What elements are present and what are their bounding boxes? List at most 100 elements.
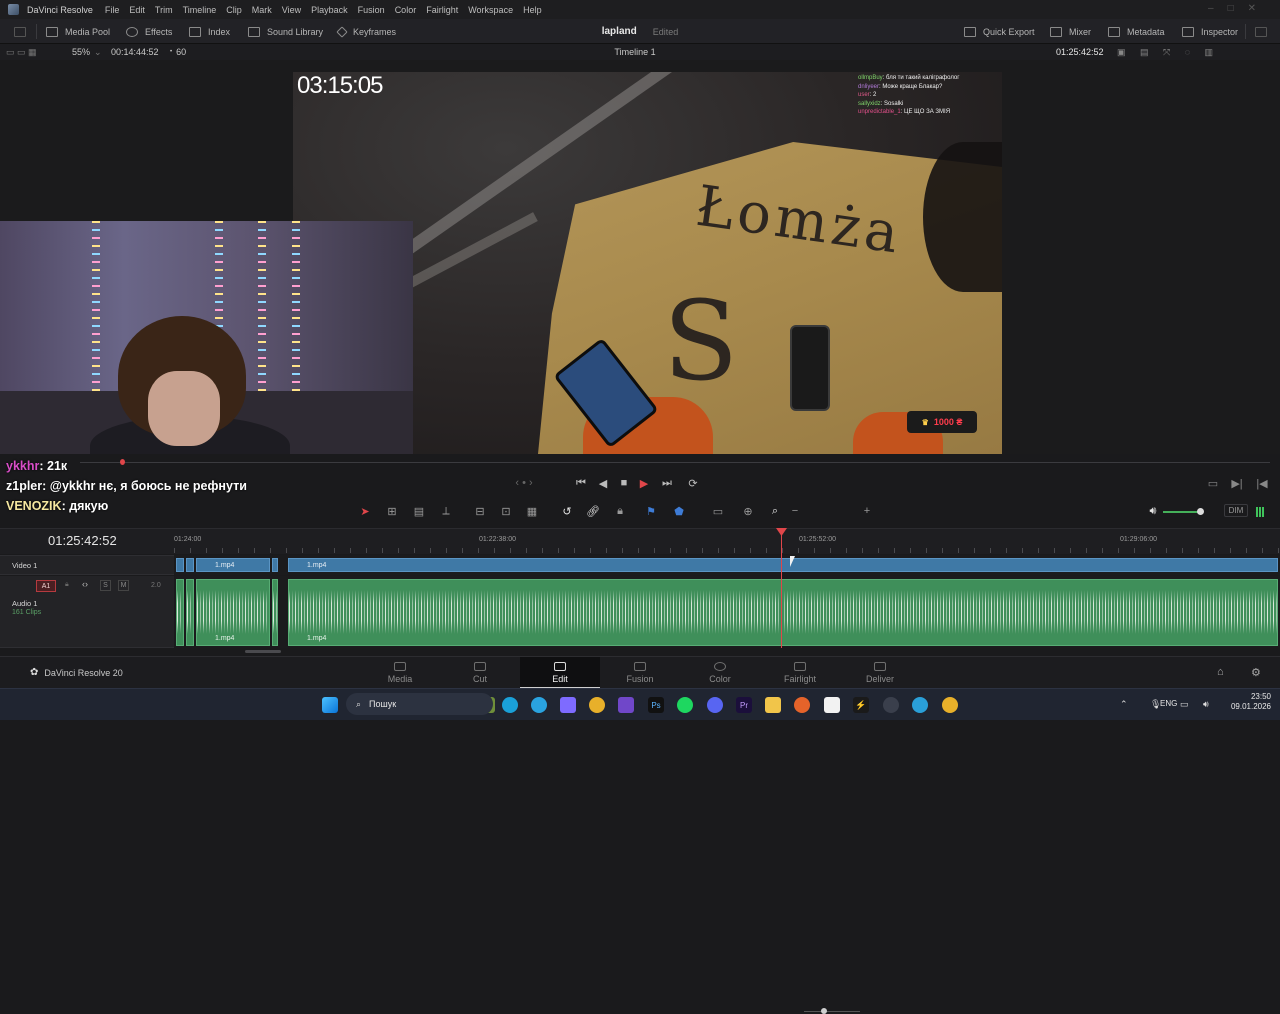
jog-control[interactable]: ‹ • › [508, 474, 540, 492]
timeline-scrollbar[interactable] [245, 650, 281, 653]
tab-edit[interactable]: Edit [520, 657, 600, 689]
audio-track[interactable]: 1.mp4 1.mp4 [174, 576, 1280, 648]
lock-icon[interactable]: 🔒︎ [613, 504, 627, 518]
viewer-options-icons[interactable]: ▣ ▤ ⤧ ◌ ▥ [1117, 44, 1219, 60]
tab-fairlight[interactable]: Fairlight [760, 657, 840, 689]
flag-icon[interactable]: ⚑ [644, 504, 658, 518]
linked-selection-icon[interactable]: 🔗︎ [586, 504, 600, 518]
insert-clip-icon[interactable]: ⊟ [473, 504, 487, 518]
scrub-handle[interactable] [120, 459, 125, 465]
overwrite-clip-icon[interactable]: ⊡ [499, 504, 513, 518]
audio-clip[interactable] [272, 579, 278, 646]
zoom-out-icon[interactable]: − [788, 504, 802, 518]
zoom-in-icon[interactable]: + [860, 504, 874, 518]
zoom-slider[interactable] [804, 1011, 860, 1012]
system-clock[interactable]: 23:50 09.01.2026 [1219, 692, 1271, 712]
effects-button[interactable]: Effects [126, 19, 172, 44]
detail-zoom-icon[interactable]: ▭ [711, 504, 725, 518]
menu-file[interactable]: File [105, 5, 120, 15]
audio-clip[interactable] [186, 579, 194, 646]
keyframes-button[interactable]: Keyframes [336, 19, 396, 44]
video-track-header[interactable]: Video 1 [0, 555, 174, 575]
app-icon[interactable]: ⚡ [853, 697, 869, 713]
app-icon[interactable] [618, 697, 634, 713]
discord-icon[interactable] [707, 697, 723, 713]
last-clip-button[interactable]: |◀ [1255, 474, 1269, 492]
timeline-name-dropdown[interactable]: Timeline 1 [600, 44, 670, 60]
zoom-slider-handle[interactable] [821, 1008, 827, 1014]
video-clip[interactable] [272, 558, 278, 572]
selection-tool-icon[interactable]: ➤ [358, 504, 372, 518]
video-clip[interactable]: 1.mp4 [288, 558, 1278, 572]
audio-track-id[interactable]: A1 [36, 580, 56, 592]
stop-button[interactable]: ■ [617, 474, 631, 492]
quick-export-button[interactable]: Quick Export [964, 19, 1035, 44]
copilot-icon[interactable] [560, 697, 576, 713]
menu-timeline[interactable]: Timeline [183, 5, 217, 15]
video-track[interactable]: 1.mp4 1.mp4 [174, 555, 1280, 575]
auto-select-icon[interactable]: ‹› [82, 579, 88, 589]
inspector-button[interactable]: Inspector [1182, 19, 1238, 44]
next-clip-button[interactable]: ▶| [1230, 474, 1244, 492]
mute-button[interactable]: M [118, 580, 129, 591]
home-icon[interactable]: ⌂ [1217, 666, 1224, 678]
dynamic-trim-icon[interactable]: ▤ [412, 504, 426, 518]
blade-tool-icon[interactable]: ⟂ [439, 504, 453, 518]
lock-track-icon[interactable]: 🔒︎ [65, 581, 69, 589]
audio-clip[interactable] [176, 579, 184, 646]
tab-cut[interactable]: Cut [440, 657, 520, 689]
video-clip[interactable] [176, 558, 184, 572]
audio-track-header[interactable]: A1 🔒︎ ‹› S M 2.0 Audio 1 161 Clips [0, 576, 174, 648]
expand-icon[interactable] [1255, 19, 1267, 44]
window-controls[interactable]: –□✕ [1208, 3, 1270, 14]
playhead[interactable] [781, 528, 782, 648]
audio-clip[interactable]: 1.mp4 [196, 579, 270, 646]
menu-view[interactable]: View [282, 5, 301, 15]
zoom-fit-icon[interactable]: ⊕ [741, 504, 755, 518]
audio-clip[interactable]: 1.mp4 [288, 579, 1278, 646]
menu-color[interactable]: Color [395, 5, 417, 15]
mixer-button[interactable]: Mixer [1050, 19, 1091, 44]
snapping-icon[interactable]: ↺ [560, 504, 574, 518]
video-clip[interactable]: 1.mp4 [196, 558, 270, 572]
chrome-icon[interactable] [589, 697, 605, 713]
zoom-dropdown[interactable]: 55% ⌄ [72, 44, 102, 60]
menu-mark[interactable]: Mark [252, 5, 272, 15]
menu-help[interactable]: Help [523, 5, 542, 15]
timeline-timecode[interactable]: 01:25:42:52 [48, 533, 117, 548]
dim-button[interactable]: DIM [1224, 504, 1248, 517]
tab-deliver[interactable]: Deliver [840, 657, 920, 689]
edge-icon[interactable] [502, 697, 518, 713]
index-button[interactable]: Index [189, 19, 230, 44]
prev-frame-button[interactable]: ◀ [596, 474, 610, 492]
viewer-layout-icons[interactable]: ▭ ▭ ▦ [6, 44, 66, 60]
skip-end-button[interactable]: ⏭ [658, 474, 676, 492]
telegram-icon[interactable] [531, 697, 547, 713]
volume-icon[interactable]: 🔊︎ [1146, 504, 1160, 518]
chrome-icon[interactable] [942, 697, 958, 713]
menu-playback[interactable]: Playback [311, 5, 348, 15]
metadata-button[interactable]: Metadata [1108, 19, 1165, 44]
video-clip[interactable] [186, 558, 194, 572]
fullscreen-button[interactable]: ▭ [1204, 474, 1222, 492]
spotify-icon[interactable] [677, 697, 693, 713]
timeline-ruler[interactable]: 01:24:00 01:22:38:00 01:25:52:00 01:29:0… [174, 528, 1280, 554]
tab-media[interactable]: Media [360, 657, 440, 689]
loop-button[interactable]: ⟳ [684, 474, 702, 492]
telegram-icon[interactable] [912, 697, 928, 713]
sound-library-button[interactable]: Sound Library [248, 19, 323, 44]
davinci-taskbar-icon[interactable] [883, 697, 899, 713]
menu-fusion[interactable]: Fusion [358, 5, 385, 15]
language-indicator[interactable]: ENG [1160, 699, 1177, 708]
menu-clip[interactable]: Clip [226, 5, 242, 15]
volume-slider-handle[interactable] [1197, 508, 1204, 515]
zoom-magnifier-icon[interactable]: ⌕ [768, 504, 782, 518]
tab-color[interactable]: Color [680, 657, 760, 689]
taskbar-search[interactable]: ⌕ Пошук [346, 693, 493, 715]
skip-start-button[interactable]: ⏮ [572, 474, 590, 492]
browser-icon[interactable] [794, 697, 810, 713]
trim-tool-icon[interactable]: ⊞ [385, 504, 399, 518]
notepad-icon[interactable] [824, 697, 840, 713]
menu-trim[interactable]: Trim [155, 5, 173, 15]
network-sound-icons[interactable]: ▭ 🔊︎ [1180, 699, 1215, 710]
